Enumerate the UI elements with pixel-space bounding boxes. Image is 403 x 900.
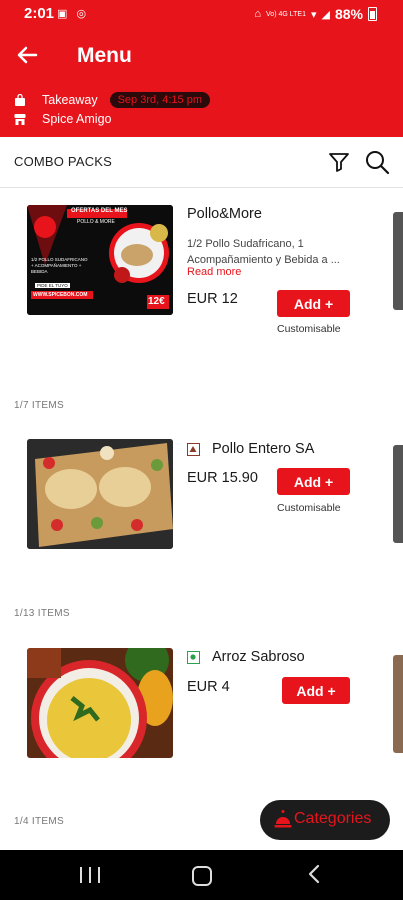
store-name: Spice Amigo xyxy=(42,112,112,126)
status-time: 2:01 xyxy=(24,5,55,22)
gamepad-icon: ⌂ xyxy=(254,8,262,20)
order-type-row[interactable]: Takeaway Sep 3rd, 4:15 pm xyxy=(14,91,210,109)
store-icon xyxy=(14,113,26,125)
product-price: EUR 4 xyxy=(187,679,230,695)
image-price-tag: 12€ xyxy=(148,296,165,307)
bag-icon xyxy=(14,94,26,106)
item-count: 1/13 ITEMS xyxy=(14,608,70,619)
image-cta: PIDE EL TUYO xyxy=(35,283,70,288)
item-count: 1/4 ITEMS xyxy=(14,816,64,827)
page-title: Menu xyxy=(77,44,132,67)
status-bar: 2:01 ▣ ◎ ⌂ Vo) 4G LTE1 ▾ ◢ 88% xyxy=(0,0,403,28)
next-item-peek[interactable] xyxy=(393,655,403,753)
image-web: WWW.SPICEBON.COM xyxy=(33,292,88,298)
next-item-peek[interactable] xyxy=(393,212,403,310)
signal-icon: ◢ xyxy=(321,8,330,21)
product-name[interactable]: Pollo Entero SA xyxy=(212,441,314,457)
store-row: Spice Amigo xyxy=(14,110,111,128)
image-headline: OFERTAS DEL MES xyxy=(71,208,128,214)
customisable-label: Customisable xyxy=(277,323,341,335)
customisable-label: Customisable xyxy=(277,502,341,514)
product-price: EUR 12 xyxy=(187,291,238,307)
product-name[interactable]: Pollo&More xyxy=(187,206,262,222)
item-count: 1/7 ITEMS xyxy=(14,400,64,411)
add-button[interactable]: Add + xyxy=(277,468,350,495)
app-header: 2:01 ▣ ◎ ⌂ Vo) 4G LTE1 ▾ ◢ 88% Menu Take… xyxy=(0,0,403,137)
add-button[interactable]: Add + xyxy=(277,290,350,317)
signal-text: Vo) 4G LTE1 xyxy=(266,10,306,18)
back-arrow-icon[interactable] xyxy=(16,44,42,70)
image-info: 1/2 POLLO SUDAFRICANO + ACOMPAÑAMIENTO +… xyxy=(31,257,88,274)
category-title: COMBO PACKS xyxy=(14,154,113,169)
battery-percent: 88% xyxy=(334,6,363,22)
system-nav-bar xyxy=(0,850,403,900)
wifi-icon: ▾ xyxy=(310,8,317,21)
search-icon[interactable] xyxy=(364,149,390,175)
order-type-label: Takeaway xyxy=(42,93,98,107)
home-icon[interactable] xyxy=(192,866,212,886)
product-price: EUR 15.90 xyxy=(187,470,258,486)
product-image-pollo-more[interactable]: OFERTAS DEL MES POLLO & MORE 1/2 POLLO S… xyxy=(27,205,173,315)
categories-label: Categories xyxy=(294,810,372,827)
image-sub: POLLO & MORE xyxy=(77,219,115,225)
schedule-badge[interactable]: Sep 3rd, 4:15 pm xyxy=(109,92,210,108)
cloche-icon xyxy=(274,810,292,828)
product-name[interactable]: Arroz Sabroso xyxy=(212,649,305,665)
non-veg-icon xyxy=(187,443,200,456)
categories-button[interactable]: Categories xyxy=(260,800,390,840)
add-button[interactable]: Add + xyxy=(282,677,350,704)
filter-icon[interactable] xyxy=(327,150,351,174)
recents-icon[interactable] xyxy=(80,867,100,883)
read-more-link[interactable]: Read more xyxy=(187,266,241,278)
battery-icon xyxy=(368,7,377,21)
veg-icon xyxy=(187,651,200,664)
product-image-arroz-sabroso[interactable] xyxy=(27,648,173,758)
back-nav-icon[interactable] xyxy=(307,864,321,887)
system-icons: ⌂ Vo) 4G LTE1 ▾ ◢ 88% xyxy=(254,6,377,22)
product-image-pollo-entero[interactable] xyxy=(27,439,173,549)
next-item-peek[interactable] xyxy=(393,445,403,543)
notification-icons: ▣ ◎ xyxy=(57,8,90,20)
product-description: 1/2 Pollo Sudafricano, 1 Acompañamiento … xyxy=(187,238,340,266)
category-toolbar: COMBO PACKS xyxy=(0,137,403,188)
